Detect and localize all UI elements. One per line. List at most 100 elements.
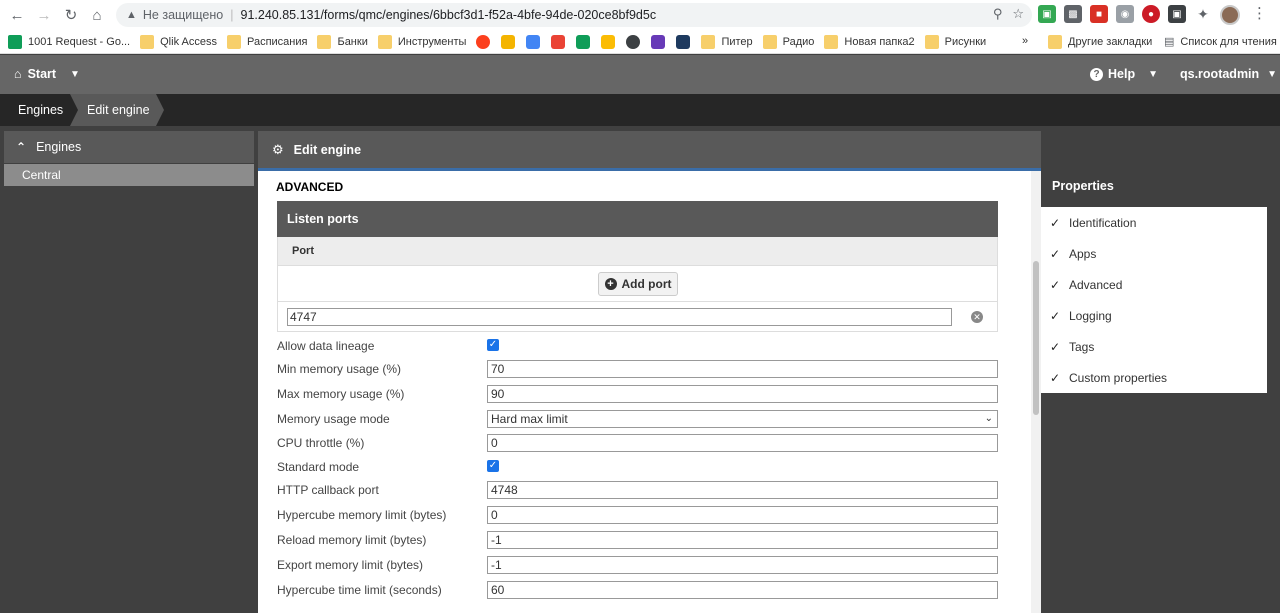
chevron-down-icon: ▼ (1267, 68, 1278, 80)
breadcrumb-engines[interactable]: Engines (0, 94, 70, 126)
note-icon[interactable] (501, 34, 516, 49)
field-label: Memory usage mode (277, 412, 390, 426)
min-memory-input[interactable] (487, 360, 998, 378)
port-input[interactable] (287, 308, 952, 326)
engines-panel-header[interactable]: ⌃ Engines (4, 131, 254, 163)
bookmark-item[interactable]: Qlik Access (140, 34, 217, 49)
edit-engine-header: ⚙ Edit engine (258, 131, 1041, 168)
hypercube-time-limit-input[interactable] (487, 581, 998, 599)
other-bookmarks[interactable]: Другие закладки (1048, 35, 1152, 49)
property-label: Custom properties (1069, 371, 1168, 385)
standard-mode-checkbox[interactable]: ✓ (487, 460, 499, 472)
extension-green-icon[interactable]: ▣ (1038, 5, 1056, 23)
hypercube-memory-limit-input[interactable] (487, 506, 998, 524)
bookmark-item[interactable]: Расписания (226, 34, 307, 49)
engine-item-central[interactable]: Central (4, 164, 254, 186)
field-label: Allow data lineage (277, 339, 375, 353)
back-arrow-icon[interactable]: ← (4, 2, 30, 28)
remove-circle-icon[interactable]: ✕ (971, 311, 983, 323)
puzzle-icon[interactable]: ✦ (1194, 5, 1212, 23)
help-button[interactable]: ? Help ▼ (1090, 67, 1158, 81)
field-label: Hypercube memory limit (bytes) (277, 508, 447, 522)
reload-memory-limit-input[interactable] (487, 531, 998, 549)
gmail-icon[interactable] (551, 34, 566, 49)
url-text: 91.240.85.131/forms/qmc/engines/6bbcf3d1… (240, 8, 657, 22)
globe-icon[interactable] (626, 34, 641, 49)
property-label: Tags (1069, 340, 1095, 354)
keep-icon[interactable] (601, 34, 616, 49)
extension-red-icon[interactable]: ■ (1090, 5, 1108, 23)
property-custom-properties[interactable]: ✓ Custom properties (1050, 370, 1167, 386)
breadcrumb-edit-engine: Edit engine (70, 94, 164, 126)
folder-icon (762, 34, 777, 49)
folder-icon (317, 34, 332, 49)
property-logging[interactable]: ✓ Logging (1050, 308, 1112, 324)
memory-mode-value: Hard max limit (491, 412, 568, 426)
field-label: Min memory usage (%) (277, 362, 402, 376)
field-min-memory: Min memory usage (%) (277, 360, 998, 380)
add-port-button[interactable]: + Add port (598, 272, 678, 296)
camera-icon[interactable]: ◉ (1116, 5, 1134, 23)
cogs-icon: ⚙ (272, 141, 284, 157)
overflow-label: » (1022, 35, 1029, 47)
zoom-icon[interactable]: ⚲ (993, 6, 1003, 22)
calendar-icon[interactable] (526, 34, 541, 49)
browser-menu-icon[interactable]: ⋮ (1252, 5, 1267, 25)
bookmark-item[interactable]: 1001 Request - Go... (8, 34, 130, 49)
extension-lastpass-icon[interactable]: ● (1142, 5, 1160, 23)
memory-mode-select[interactable]: Hard max limit ⌄ (487, 410, 998, 428)
plus-circle-icon: + (604, 278, 617, 290)
property-tags[interactable]: ✓ Tags (1050, 339, 1094, 355)
extension-grey-icon[interactable]: ▩ (1064, 5, 1082, 23)
export-memory-limit-input[interactable] (487, 556, 998, 574)
bookmark-item[interactable]: Новая папка2 (824, 34, 915, 49)
bookmark-item[interactable]: Инструменты (377, 34, 466, 49)
reading-list-label: Список для чтения (1180, 35, 1277, 48)
profile-avatar[interactable] (1220, 5, 1240, 25)
bookmark-item[interactable]: Питер (701, 34, 753, 49)
bookmark-item[interactable]: Рисунки (924, 34, 987, 49)
reading-list[interactable]: ▤ Список для чтения (1164, 35, 1277, 49)
bookmarks-overflow[interactable]: » (1022, 35, 1028, 47)
field-label: HTTP callback port (277, 483, 379, 497)
cpu-throttle-input[interactable] (487, 434, 998, 452)
folder-icon (824, 34, 839, 49)
field-label: CPU throttle (%) (277, 436, 365, 450)
chart-icon[interactable] (651, 34, 666, 49)
property-advanced[interactable]: ✓ Advanced (1050, 277, 1122, 293)
reload-icon[interactable]: ↻ (58, 2, 84, 28)
folder-icon (377, 34, 392, 49)
chevron-down-icon: ▼ (1148, 68, 1158, 80)
bookmark-label: Банки (337, 35, 368, 48)
help-icon: ? (1090, 67, 1103, 81)
user-menu-button[interactable]: qs.rootadmin ▼ (1180, 67, 1277, 81)
address-separator: | (230, 8, 234, 22)
star-icon[interactable]: ☆ (1012, 6, 1024, 22)
field-label: Reload memory limit (bytes) (277, 533, 427, 547)
link-icon[interactable] (676, 34, 691, 49)
address-bar[interactable]: ▲ Не защищено | 91.240.85.131/forms/qmc/… (116, 3, 1032, 27)
check-icon: ✓ (1050, 216, 1061, 230)
property-apps[interactable]: ✓ Apps (1050, 246, 1096, 262)
drive-icon[interactable] (576, 34, 591, 49)
extension-window-icon[interactable]: ▣ (1168, 5, 1186, 23)
security-label: Не защищено (142, 8, 224, 22)
bookmark-item[interactable]: Банки (317, 34, 368, 49)
start-menu-button[interactable]: ⌂ Start ▼ (14, 67, 80, 81)
qmc-header: ⌂ Start ▼ ? Help ▼ qs.rootadmin ▼ (0, 55, 1280, 94)
home-icon[interactable]: ⌂ (84, 2, 110, 28)
property-label: Logging (1069, 309, 1112, 323)
field-label: Max memory usage (%) (277, 387, 405, 401)
yandex-icon[interactable] (476, 34, 491, 49)
max-memory-input[interactable] (487, 385, 998, 403)
properties-title: Properties (1052, 179, 1114, 193)
http-callback-port-input[interactable] (487, 481, 998, 499)
field-export-memory-limit: Export memory limit (bytes) (277, 556, 998, 576)
allow-data-lineage-checkbox[interactable]: ✓ (487, 339, 499, 351)
forward-arrow-icon[interactable]: → (31, 2, 57, 28)
property-identification[interactable]: ✓ Identification (1050, 215, 1136, 231)
bookmark-label: Рисунки (944, 35, 987, 48)
field-label: Hypercube time limit (seconds) (277, 583, 442, 597)
bookmark-item[interactable]: Радио (762, 34, 814, 49)
form-scrollbar-thumb[interactable] (1033, 261, 1039, 415)
